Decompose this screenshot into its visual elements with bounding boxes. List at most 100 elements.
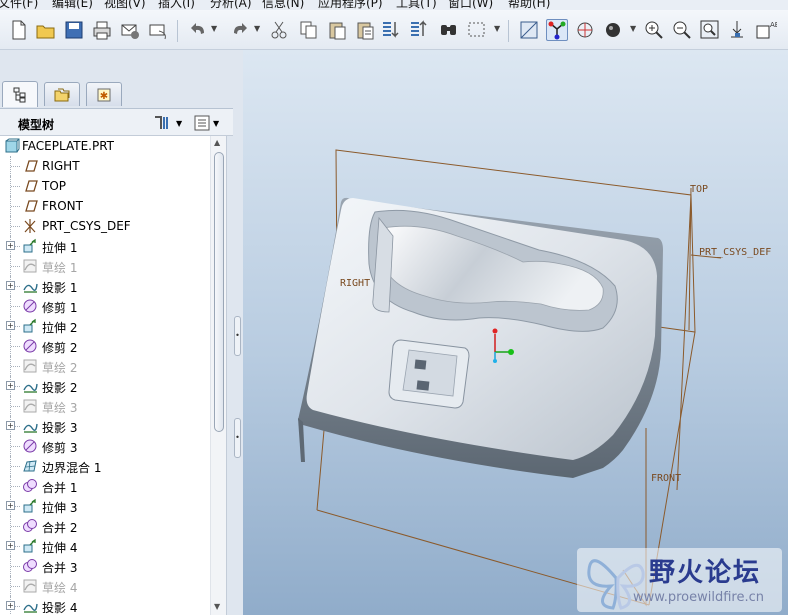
projection-icon (23, 603, 38, 613)
find-button[interactable] (438, 19, 460, 41)
tree-item[interactable]: 草绘 4 (0, 576, 210, 596)
chevron-down-icon[interactable]: ▼ (254, 24, 262, 34)
tree-item[interactable]: 草绘 2 (0, 356, 210, 376)
menu-item-2[interactable]: 视图(V) (104, 0, 146, 10)
expand-icon[interactable]: + (6, 281, 15, 290)
graphics-viewport[interactable]: TOP RIGHT FRONT PRT_CSYS_DEF (243, 50, 788, 615)
menu-item-7[interactable]: 工具(T) (396, 0, 437, 10)
menu-item-1[interactable]: 编辑(E) (52, 0, 93, 10)
tree-item[interactable]: + 拉伸 4 (0, 536, 210, 556)
collapse-handle-top[interactable]: • (234, 316, 241, 356)
model-tree-tab[interactable] (2, 81, 38, 107)
chevron-down-icon[interactable]: ▼ (630, 24, 638, 34)
tree-item[interactable]: FACEPLATE.PRT (0, 136, 210, 156)
tree-item[interactable]: 合并 3 (0, 556, 210, 576)
copy-button[interactable] (298, 19, 320, 41)
tree-item-label: 合并 1 (42, 481, 78, 495)
folder-browser-tab[interactable] (44, 82, 80, 106)
zoom-in-button[interactable] (643, 19, 665, 41)
menu-item-8[interactable]: 窗口(W) (448, 0, 493, 10)
tree-item[interactable]: 修剪 2 (0, 336, 210, 356)
tree-item[interactable]: + 拉伸 1 (0, 236, 210, 256)
extrude-icon (23, 238, 36, 253)
menu-item-4[interactable]: 分析(A) (210, 0, 252, 10)
tree-item[interactable]: 合并 2 (0, 516, 210, 536)
tree-item[interactable]: 边界混合 1 (0, 456, 210, 476)
regen-manager-button[interactable] (408, 19, 430, 41)
find-icon (441, 25, 456, 35)
tree-scrollbar[interactable]: ▲ ▼ (210, 136, 226, 615)
repaint-button[interactable] (518, 19, 540, 41)
save-button[interactable] (63, 19, 85, 41)
menu-item-5[interactable]: 信息(N) (262, 0, 304, 10)
expand-icon[interactable]: + (6, 241, 15, 250)
tree-item[interactable]: 修剪 1 (0, 296, 210, 316)
menu-item-0[interactable]: 文件(F) (0, 0, 38, 10)
orient-mode-button[interactable] (546, 19, 568, 41)
tree-connector (11, 266, 20, 267)
new-file-icon (12, 20, 26, 40)
regenerate-button[interactable] (380, 19, 402, 41)
expand-icon[interactable]: + (6, 501, 15, 510)
boundary-blend-icon (23, 460, 37, 472)
tree-item[interactable]: RIGHT (0, 156, 210, 176)
open-file-button[interactable] (35, 19, 57, 41)
expand-icon[interactable]: + (6, 321, 15, 330)
chevron-down-icon[interactable]: ▼ (494, 24, 502, 34)
expand-icon[interactable]: + (6, 381, 15, 390)
tree-item[interactable]: 修剪 3 (0, 436, 210, 456)
tree-item[interactable]: FRONT (0, 196, 210, 216)
menu-item-3[interactable]: 插入(I) (158, 0, 195, 10)
chevron-down-icon[interactable]: ▼ (211, 24, 219, 34)
paste-button[interactable] (326, 19, 348, 41)
tree-item[interactable]: + 投影 3 (0, 416, 210, 436)
tree-item[interactable]: 草绘 3 (0, 396, 210, 416)
tree-item[interactable]: + 投影 2 (0, 376, 210, 396)
panel-splitter[interactable]: • • (233, 78, 243, 615)
show-dropdown-button[interactable]: ▼ (193, 113, 219, 133)
select-box-button[interactable] (466, 19, 488, 41)
tree-item[interactable]: + 拉伸 3 (0, 496, 210, 516)
shading-button[interactable] (603, 19, 625, 41)
settings-dropdown-button[interactable]: ▼ (152, 113, 182, 133)
datum-display-icon (731, 21, 743, 38)
new-file-button[interactable] (8, 19, 30, 41)
mail-attach-button[interactable] (147, 19, 169, 41)
menu-item-6[interactable]: 应用程序(P) (318, 0, 383, 10)
tree-item-label: 投影 3 (42, 421, 78, 435)
undo-button[interactable] (188, 19, 210, 41)
scroll-thumb[interactable] (214, 152, 224, 432)
spin-center-icon (577, 22, 593, 38)
tree-item[interactable]: PRT_CSYS_DEF (0, 216, 210, 236)
annotation-display-button[interactable]: AB (755, 19, 777, 41)
tree-item[interactable]: 草绘 1 (0, 256, 210, 276)
datum-label-front: FRONT (651, 473, 681, 484)
expand-icon[interactable]: + (6, 541, 15, 550)
zoom-out-button[interactable] (671, 19, 693, 41)
model-tree-title: 模型树 (18, 118, 55, 132)
collapse-handle-bottom[interactable]: • (234, 418, 241, 458)
tree-item[interactable]: + 投影 1 (0, 276, 210, 296)
tree-item[interactable]: 合并 1 (0, 476, 210, 496)
refit-button[interactable] (699, 19, 721, 41)
tree-item[interactable]: TOP (0, 176, 210, 196)
scroll-up-icon[interactable]: ▲ (214, 138, 220, 147)
expand-icon[interactable]: + (6, 421, 15, 430)
redo-button[interactable] (228, 19, 250, 41)
scroll-down-icon[interactable]: ▼ (214, 602, 220, 611)
tree-item[interactable]: + 投影 4 (0, 596, 210, 615)
menu-item-9[interactable]: 帮助(H) (508, 0, 550, 10)
cut-button[interactable] (268, 19, 290, 41)
favorites-tab[interactable]: ✱ (86, 82, 122, 106)
datum-display-button[interactable] (727, 19, 749, 41)
watermark-url: www.proewildfire.cn (633, 590, 764, 605)
expand-icon[interactable]: + (6, 601, 15, 610)
shading-icon (606, 23, 620, 37)
chevron-down-icon: ▼ (176, 118, 183, 128)
regen-manager-icon (411, 20, 427, 36)
tree-item[interactable]: + 拉伸 2 (0, 316, 210, 336)
print-button[interactable] (91, 19, 113, 41)
paste-special-button[interactable] (354, 19, 376, 41)
spin-center-button[interactable] (574, 19, 596, 41)
send-mail-button[interactable] (119, 19, 141, 41)
